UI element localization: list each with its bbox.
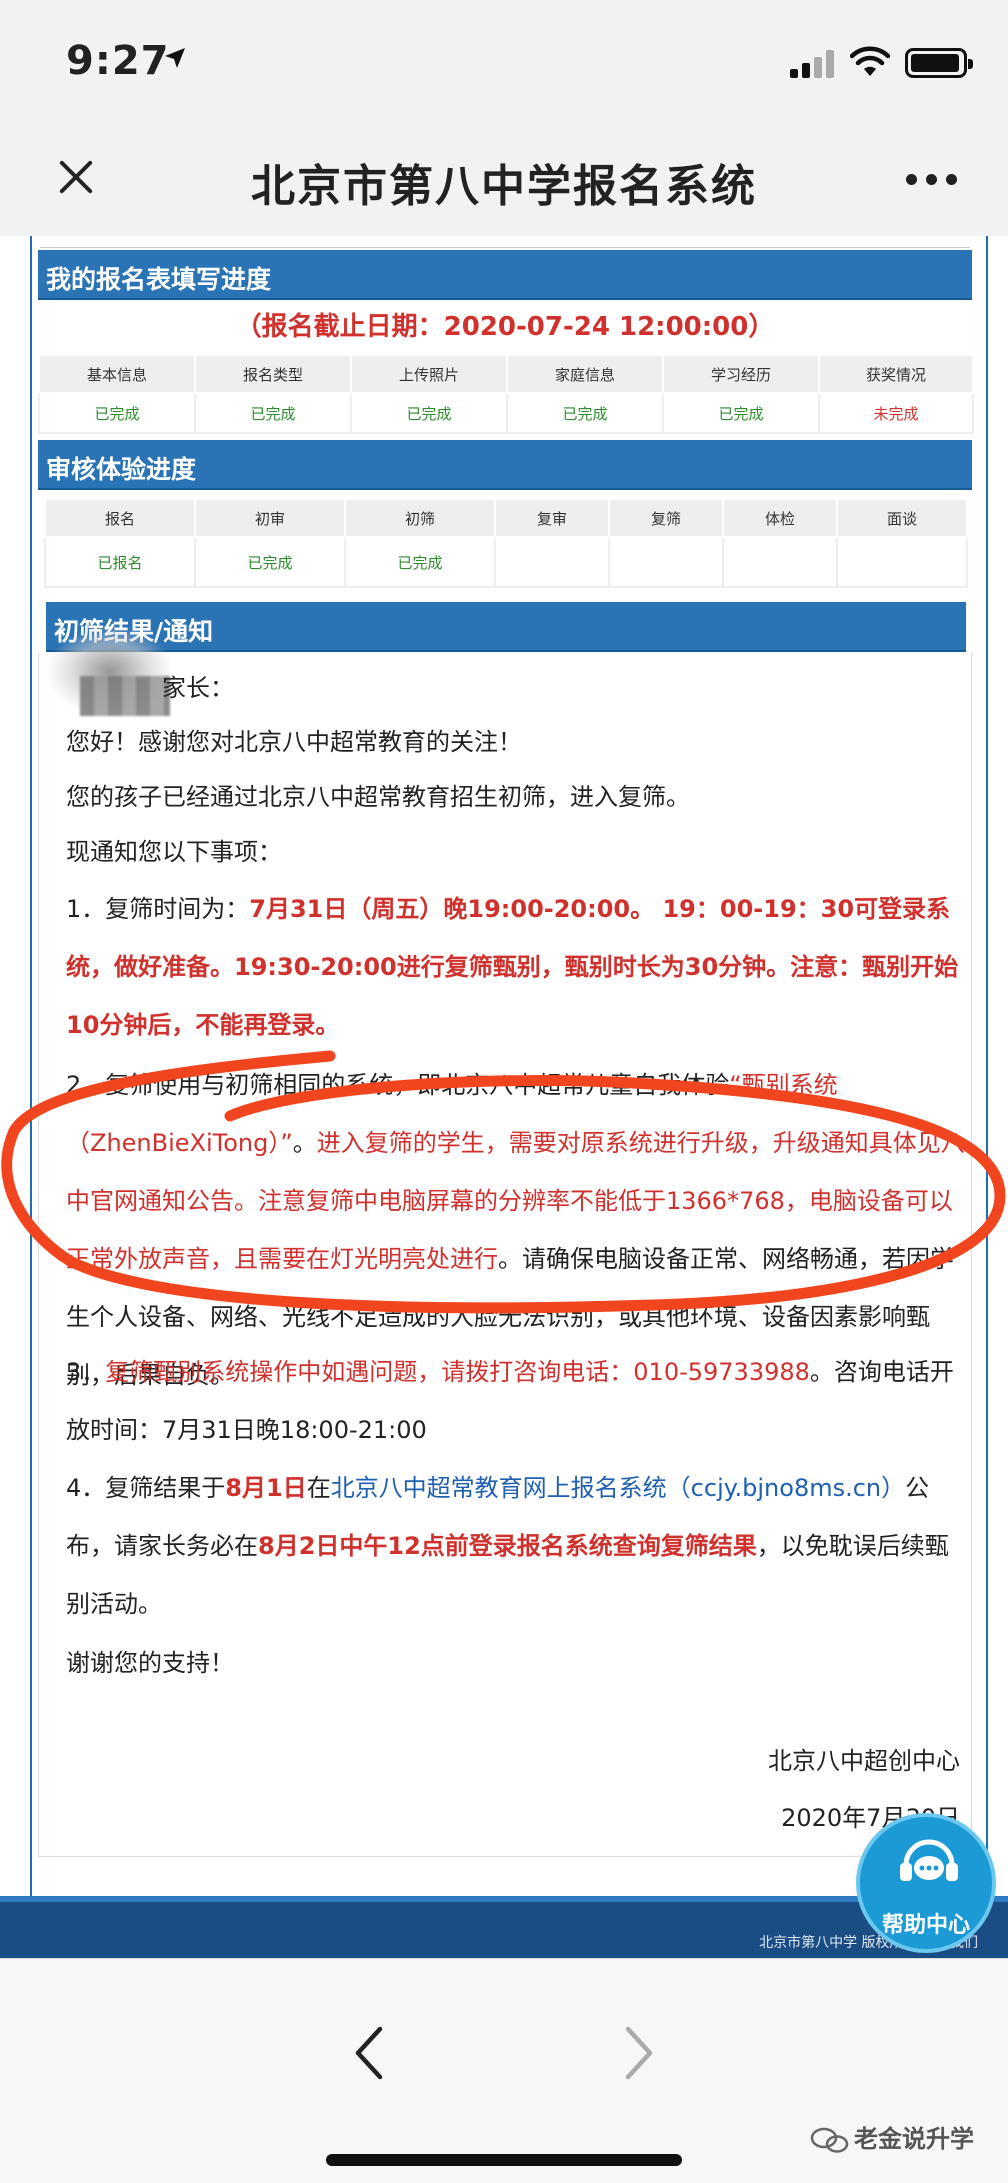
form-progress-header: 我的报名表填写进度 [38,250,972,300]
status-cell [608,536,724,588]
more-options-button[interactable] [906,174,958,188]
wifi-icon [850,46,890,76]
column-header: 复筛 [608,498,724,538]
column-header: 面谈 [836,498,968,538]
item-3-prefix: 3． [66,1358,106,1386]
forward-button[interactable] [622,2023,658,2083]
cut-off-row [40,236,970,248]
status-cell [494,536,610,588]
notice-item-1: 1．复筛时间为：7月31日（周五）晚19:00-20:00。 19：00-19：… [66,880,966,1054]
status-cell[interactable]: 已完成 [38,392,196,434]
review-progress-table: 报名 初审 初筛 复审 复筛 体检 面谈 已报名 已完成 已完成 [44,498,968,588]
notice-body: 您好！感谢您对北京八中超常教育的关注！ 您的孩子已经通过北京八中超常教育招生初筛… [66,715,966,880]
review-progress-header: 审核体验进度 [38,440,972,490]
table-header-row: 基本信息 报名类型 上传照片 家庭信息 学习经历 获奖情况 [38,354,974,394]
status-cell: 已完成 [344,536,496,588]
web-content[interactable]: 我的报名表填写进度 （报名截止日期：2020-07-24 12:00:00） 基… [0,236,1008,1958]
table-row: 已完成 已完成 已完成 已完成 已完成 未完成 [38,392,974,434]
notice-item-4: 4．复筛结果于8月1日在北京八中超常教育网上报名系统（ccjy.bjno8ms.… [66,1459,966,1633]
back-button[interactable] [350,2023,386,2083]
column-header: 获奖情况 [818,354,974,394]
headset-chat-icon [900,1839,958,1881]
column-header: 体检 [722,498,838,538]
browser-toolbar: 老金说升学 [0,1958,1008,2183]
cellular-signal-icon [790,50,836,78]
item-4-mid: 在 [306,1474,331,1502]
intro-line: 现通知您以下事项： [66,838,282,866]
thanks-line: 谢谢您的支持！ [66,1649,234,1677]
battery-icon [905,48,973,78]
column-header: 初审 [194,498,346,538]
page-title: 北京市第八中学报名系统 [251,161,757,212]
status-cell [836,536,968,588]
passed-line: 您的孩子已经通过北京八中超常教育招生初筛，进入复筛。 [66,783,690,811]
phone-screen: 9:27 北京市第八中学报名系统 我的报名表填写进度 （报名截止日期：2020-… [0,0,1008,2183]
home-indicator[interactable] [326,2154,682,2166]
column-header: 初筛 [344,498,496,538]
deadline-text: （报名截止日期：2020-07-24 12:00:00） [235,312,775,342]
status-cell[interactable]: 已完成 [662,392,820,434]
notice-header: 初筛结果/通知 [46,602,966,652]
status-cell[interactable]: 已完成 [350,392,508,434]
status-cell[interactable]: 已完成 [506,392,664,434]
item-4-deadline: 8月2日中午12点前登录报名系统查询复筛结果 [258,1532,757,1560]
status-time: 9:27 [66,38,170,84]
status-bar: 9:27 [0,0,1008,120]
help-center-button[interactable]: 帮助中心 [856,1813,996,1953]
column-header: 基本信息 [38,354,196,394]
status-cell: 已报名 [44,536,196,588]
nav-bar: 北京市第八中学报名系统 [0,120,1008,236]
column-header: 报名类型 [194,354,352,394]
location-arrow-icon [165,48,185,68]
registration-system-link[interactable]: 北京八中超常教育网上报名系统（ccjy.bjno8ms.cn） [331,1474,905,1502]
watermark-text: 老金说升学 [854,2125,974,2153]
column-header: 复审 [494,498,610,538]
redacted-name-pixels [80,676,170,716]
item-3-hotline: 复筛甄别系统操作中如遇问题，请拨打咨询电话：010-59733988 [105,1358,810,1386]
column-header: 报名 [44,498,196,538]
status-cell: 已完成 [194,536,346,588]
item-2-mid: 。 [292,1129,317,1157]
status-cell[interactable]: 已完成 [194,392,352,434]
status-cell[interactable]: 未完成 [818,392,974,434]
watermark: 老金说升学 [810,2119,1000,2159]
form-progress-table: 基本信息 报名类型 上传照片 家庭信息 学习经历 获奖情况 已完成 已完成 已完… [38,354,974,434]
table-header-row: 报名 初审 初筛 复审 复筛 体检 面谈 [44,498,968,538]
column-header: 上传照片 [350,354,508,394]
page-border [986,236,988,1896]
notice-item-3: 3．复筛甄别系统操作中如遇问题，请拨打咨询电话：010-59733988。咨询电… [66,1343,966,1459]
wechat-icon [810,2127,849,2153]
greeting-line: 您好！感谢您对北京八中超常教育的关注！ [66,728,522,756]
page-border [30,236,32,1896]
item-1-prefix: 1．复筛时间为： [66,895,250,923]
status-cell [722,536,838,588]
item-4-prefix: 4．复筛结果于 [66,1474,226,1502]
item-2-prefix: 2．复筛使用与初筛相同的系统，即北京八中超常儿童自我体验 [66,1071,730,1099]
site-footer: 北京市第八中学 版权所有 联系我们 [0,1896,1008,1958]
signature: 北京八中超创中心 [768,1747,960,1775]
help-center-label: 帮助中心 [881,1913,970,1938]
salutation: 家长： [162,674,234,702]
table-row: 已报名 已完成 已完成 [44,536,968,588]
column-header: 学习经历 [662,354,820,394]
column-header: 家庭信息 [506,354,664,394]
item-4-date: 8月1日 [225,1474,307,1502]
